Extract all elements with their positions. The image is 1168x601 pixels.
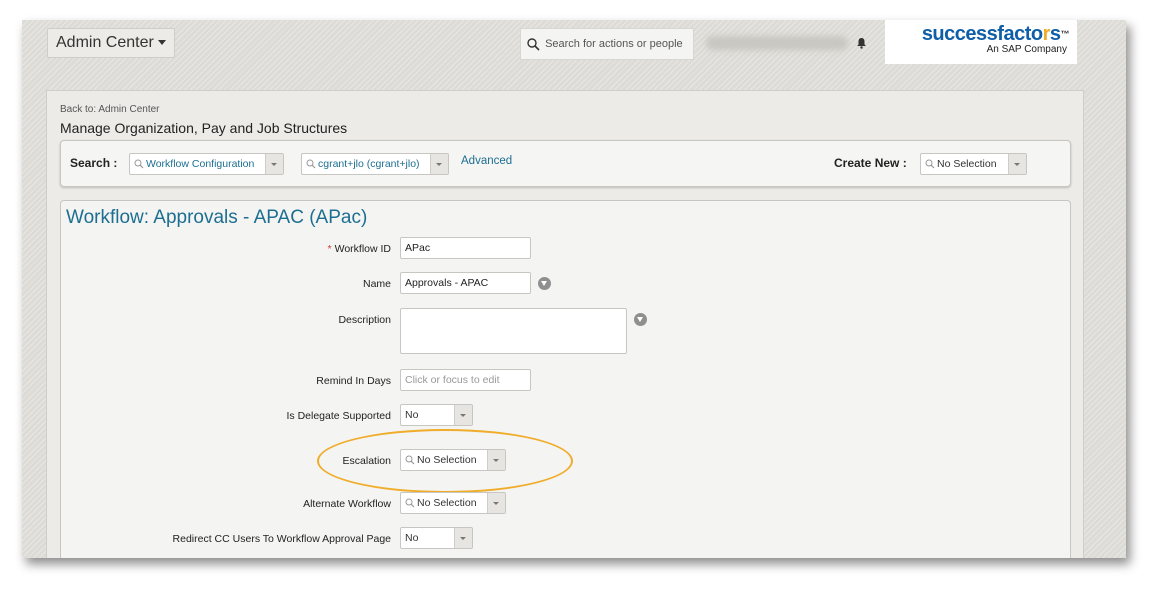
- is-delegate-supported-label: Is Delegate Supported: [286, 410, 392, 422]
- chevron-down-icon[interactable]: [1008, 154, 1026, 174]
- object-item-value: cgrant+jlo (cgrant+jlo): [318, 158, 420, 170]
- global-search-input[interactable]: Search for actions or people: [520, 28, 694, 60]
- workflow-form: Workflow: Approvals - APAC (APac) * Workf…: [60, 200, 1071, 558]
- description-field[interactable]: [400, 308, 627, 354]
- workflow-id-label: * Workflow ID: [327, 243, 392, 255]
- redirect-cc-users-value: No: [405, 532, 419, 544]
- object-type-value: Workflow Configuration: [146, 158, 255, 170]
- translate-info-icon[interactable]: [634, 313, 647, 326]
- required-mark: *: [327, 243, 332, 255]
- remind-in-days-label: Remind In Days: [316, 375, 391, 387]
- search-icon: [527, 37, 540, 51]
- create-new-select[interactable]: No Selection: [920, 153, 1027, 175]
- escalation-highlight-ellipse: [317, 429, 573, 493]
- chevron-down-icon[interactable]: [265, 154, 283, 174]
- search-icon: [134, 159, 144, 169]
- object-type-select[interactable]: Workflow Configuration: [129, 153, 284, 175]
- successfactors-logo: successfactors™ An SAP Company: [885, 20, 1077, 64]
- alternate-workflow-value: No Selection: [417, 497, 477, 509]
- workflow-id-field[interactable]: APac: [400, 237, 531, 259]
- name-label: Name: [362, 278, 391, 290]
- name-field[interactable]: Approvals - APAC: [400, 272, 531, 294]
- object-search-bar: Search : Workflow Configuration cgrant+j…: [60, 140, 1071, 187]
- advanced-search-link[interactable]: Advanced: [461, 155, 512, 167]
- chevron-down-icon[interactable]: [454, 528, 472, 548]
- translate-info-icon[interactable]: [538, 277, 551, 290]
- search-icon: [405, 498, 415, 508]
- alternate-workflow-select[interactable]: No Selection: [400, 492, 506, 514]
- alternate-workflow-label: Alternate Workflow: [303, 498, 391, 510]
- logo-wordmark: successfactors™: [921, 23, 1070, 45]
- user-name-blurred[interactable]: [706, 36, 848, 50]
- object-item-select[interactable]: cgrant+jlo (cgrant+jlo): [301, 153, 449, 175]
- app-window: Admin Center Search for actions or peopl…: [22, 20, 1126, 558]
- create-new-value: No Selection: [937, 158, 997, 170]
- create-new-label: Create New :: [834, 156, 907, 170]
- main-panel: Back to: Admin Center Manage Organizatio…: [46, 90, 1084, 558]
- bell-icon[interactable]: [856, 37, 867, 49]
- chevron-down-icon[interactable]: [454, 405, 472, 425]
- chevron-down-icon[interactable]: [487, 493, 505, 513]
- back-to-admin-center-link[interactable]: Back to: Admin Center: [60, 104, 160, 115]
- redirect-cc-users-label: Redirect CC Users To Workflow Approval P…: [172, 533, 391, 545]
- is-delegate-supported-value: No: [405, 409, 419, 421]
- global-search-placeholder: Search for actions or people: [545, 38, 683, 50]
- description-label: Description: [338, 314, 391, 326]
- redirect-cc-users-select[interactable]: No: [400, 527, 473, 549]
- admin-center-menu-button[interactable]: Admin Center: [47, 28, 175, 58]
- search-icon: [925, 159, 935, 169]
- workflow-title: Workflow: Approvals - APAC (APac): [66, 207, 368, 228]
- is-delegate-supported-select[interactable]: No: [400, 404, 473, 426]
- logo-tagline: An SAP Company: [986, 44, 1067, 55]
- chevron-down-icon[interactable]: [430, 154, 448, 174]
- chevron-down-icon: [157, 40, 166, 46]
- admin-center-label: Admin Center: [56, 34, 154, 51]
- remind-in-days-field[interactable]: Click or focus to edit: [400, 369, 531, 391]
- search-icon: [306, 159, 316, 169]
- page-title: Manage Organization, Pay and Job Structu…: [60, 120, 348, 136]
- search-label: Search :: [70, 156, 118, 170]
